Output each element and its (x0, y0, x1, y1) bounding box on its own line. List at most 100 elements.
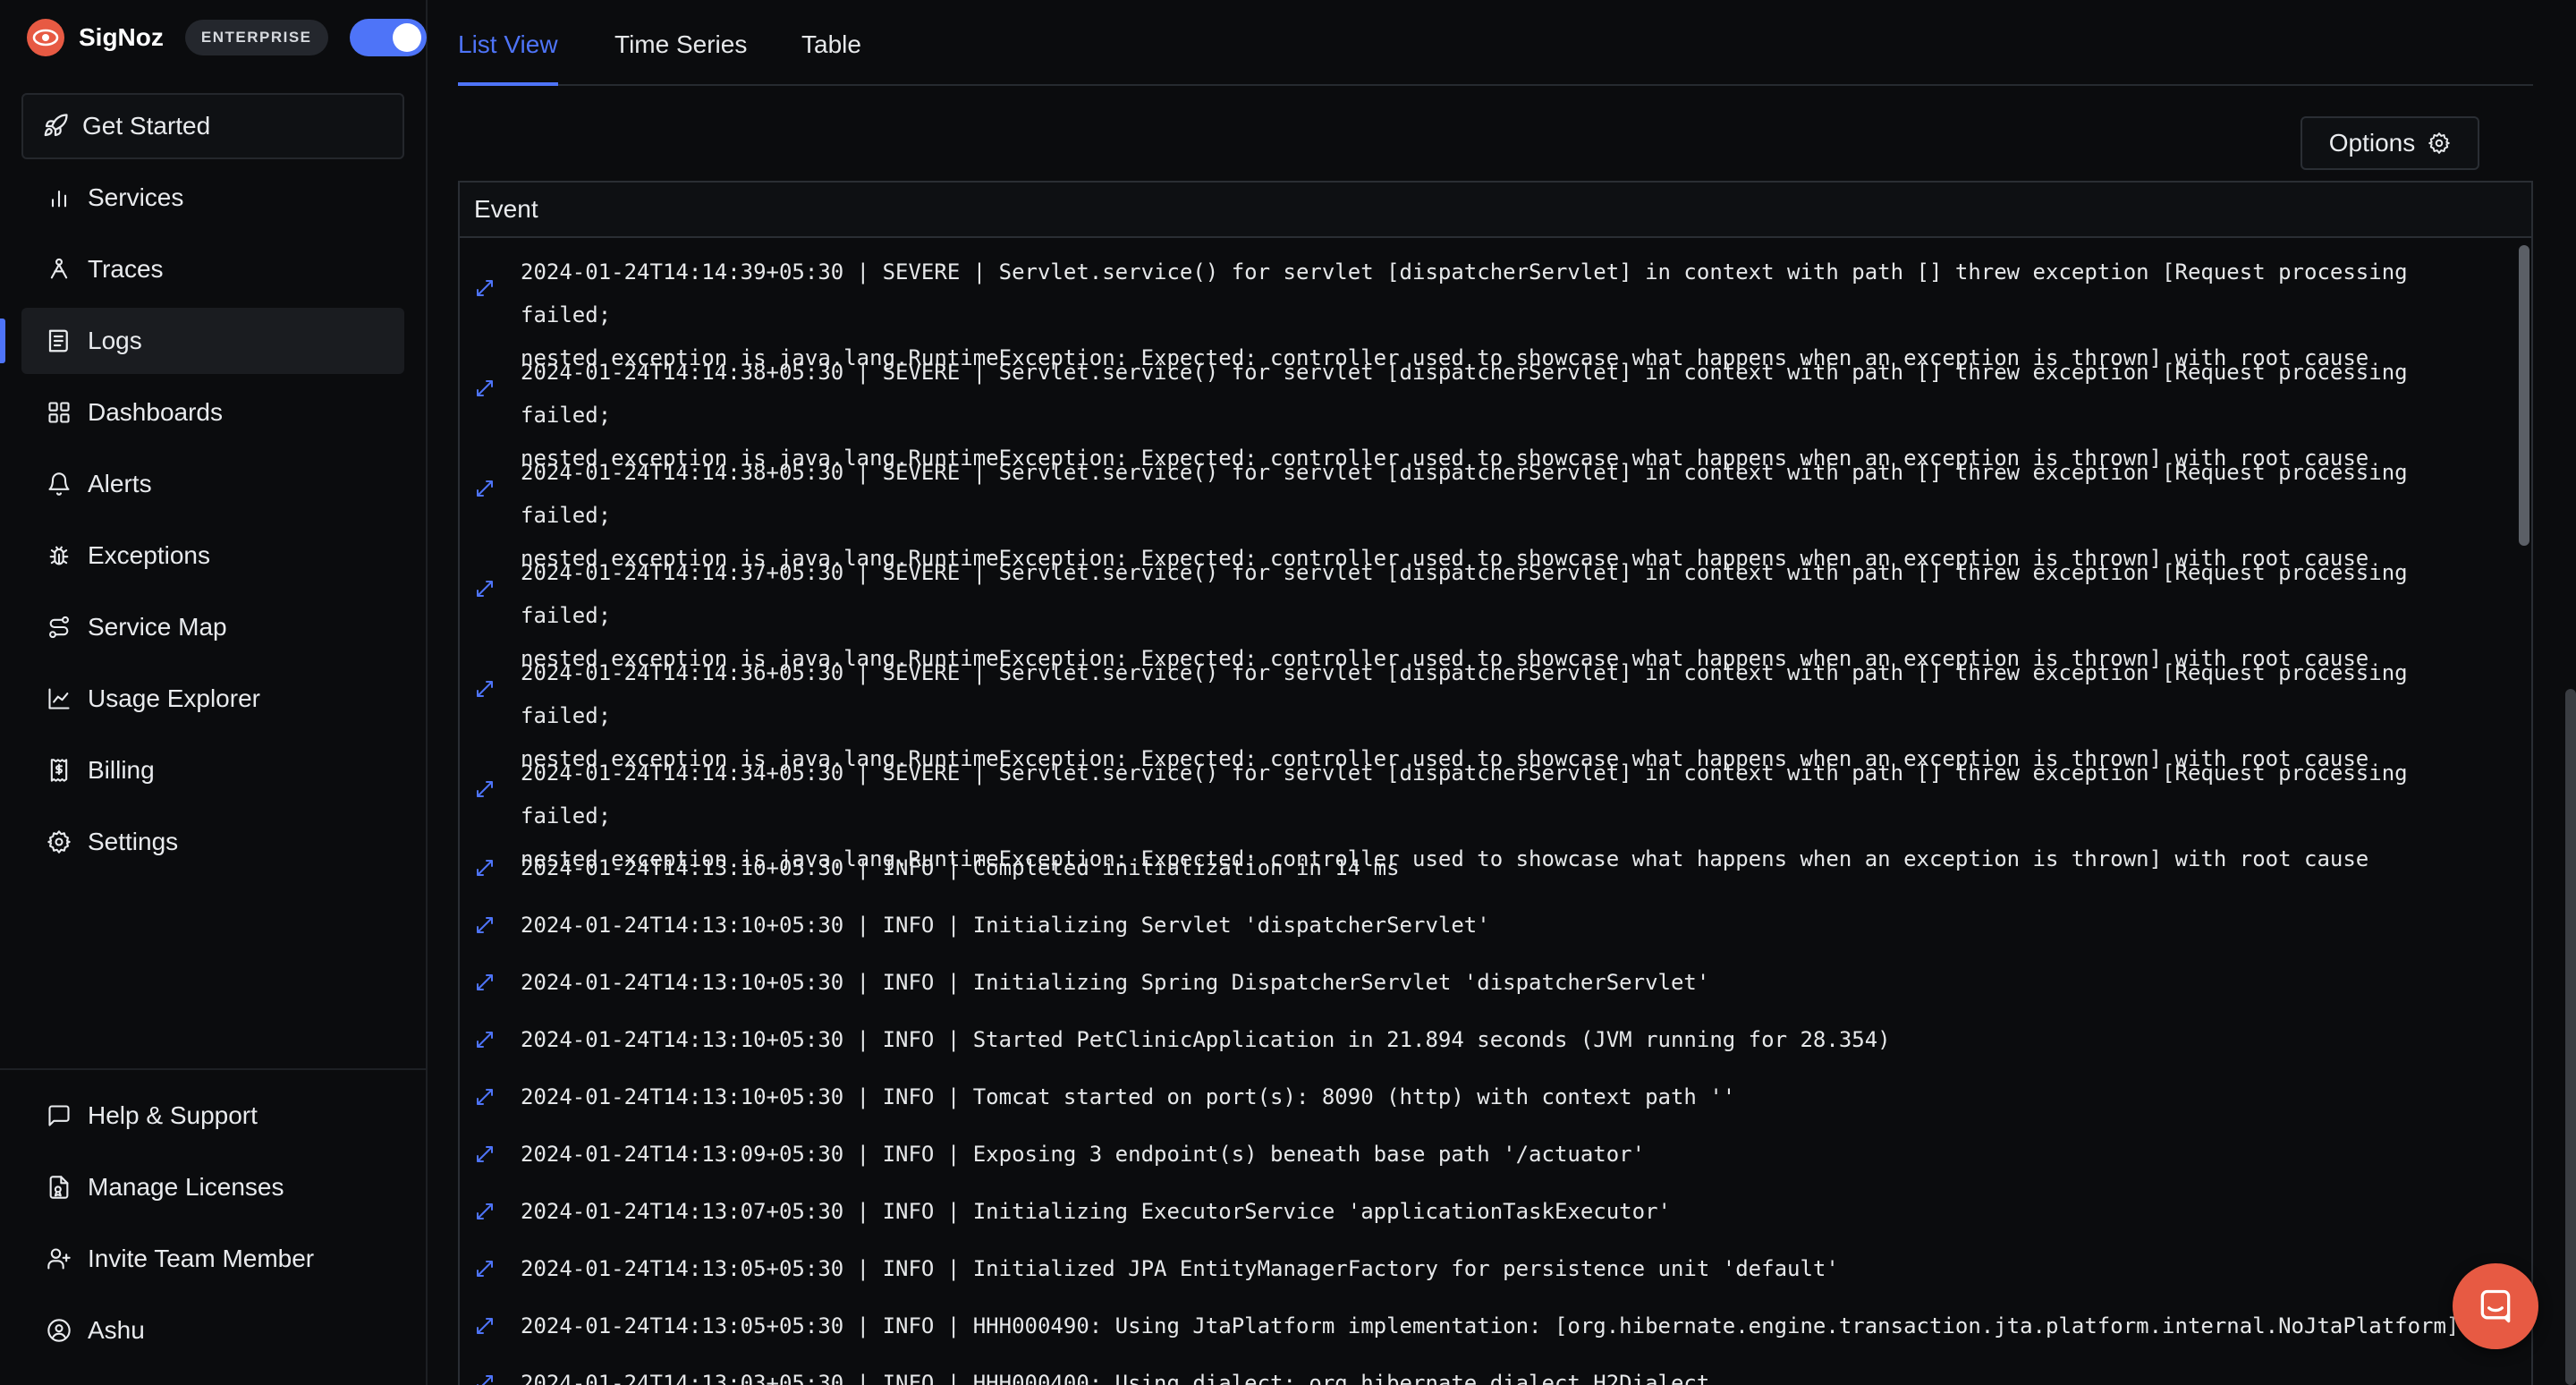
expand-icon[interactable] (474, 914, 496, 936)
sidebar-item-label: Billing (88, 756, 155, 784)
sidebar-item-user-profile[interactable]: Ashu (21, 1297, 404, 1364)
log-row[interactable]: 2024-01-24T14:13:03+05:30 | INFO | HHH00… (460, 1355, 2531, 1385)
sidebar-item-exceptions[interactable]: Exceptions (21, 523, 404, 589)
sidebar-item-alerts[interactable]: Alerts (21, 451, 404, 517)
log-line-1: 2024-01-24T14:13:10+05:30 | INFO | Compl… (521, 855, 1400, 880)
log-row[interactable]: 2024-01-24T14:14:37+05:30 | SEVERE | Ser… (460, 539, 2531, 671)
receipt-icon (45, 756, 73, 785)
expand-icon[interactable] (474, 1143, 496, 1165)
log-line-1: 2024-01-24T14:14:39+05:30 | SEVERE | Ser… (521, 259, 2421, 327)
expand-icon[interactable] (474, 1258, 496, 1279)
log-row[interactable]: 2024-01-24T14:13:05+05:30 | INFO | HHH00… (460, 1297, 2531, 1355)
sidebar-item-label: Help & Support (88, 1101, 258, 1129)
tab-table[interactable]: Table (801, 30, 861, 59)
log-row[interactable]: 2024-01-24T14:13:07+05:30 | INFO | Initi… (460, 1183, 2531, 1240)
expand-icon[interactable] (474, 678, 496, 700)
log-scrollbar-thumb[interactable] (2519, 245, 2529, 546)
edition-badge: ENTERPRISE (184, 20, 328, 55)
rocket-icon (41, 112, 70, 140)
bell-icon (45, 470, 73, 498)
log-row[interactable]: 2024-01-24T14:14:38+05:30 | SEVERE | Ser… (460, 438, 2531, 571)
logs-icon (45, 327, 73, 355)
main-content: List View Time Series Table Options Even… (458, 0, 2533, 1385)
log-row[interactable]: 2024-01-24T14:13:09+05:30 | INFO | Expos… (460, 1126, 2531, 1183)
expand-icon[interactable] (474, 972, 496, 993)
sidebar-item-service-map[interactable]: Service Map (21, 594, 404, 660)
theme-toggle[interactable] (349, 19, 427, 56)
expand-icon[interactable] (474, 578, 496, 599)
expand-icon[interactable] (474, 378, 496, 399)
log-row[interactable]: 2024-01-24T14:14:39+05:30 | SEVERE | Ser… (460, 238, 2531, 370)
expand-icon[interactable] (474, 1086, 496, 1108)
log-row[interactable]: 2024-01-24T14:13:10+05:30 | INFO | Start… (460, 1011, 2531, 1068)
sidebar-item-help-support[interactable]: Help & Support (21, 1083, 404, 1149)
sidebar-item-logs[interactable]: Logs (0, 308, 404, 374)
line-chart-icon (45, 684, 73, 713)
traces-icon (45, 255, 73, 284)
page-scrollbar[interactable] (2565, 689, 2576, 1385)
expand-icon[interactable] (474, 1029, 496, 1050)
log-row[interactable]: 2024-01-24T14:13:05+05:30 | INFO | Initi… (460, 1240, 2531, 1297)
signoz-logo-icon[interactable] (27, 19, 64, 56)
tab-time-series[interactable]: Time Series (614, 30, 747, 59)
message-icon (45, 1101, 73, 1130)
log-row[interactable]: 2024-01-24T14:13:10+05:30 | INFO | Compl… (460, 839, 2531, 896)
log-line-1: 2024-01-24T14:14:38+05:30 | SEVERE | Ser… (521, 360, 2421, 428)
toggle-knob (392, 23, 421, 52)
app-root: SigNoz ENTERPRISE Get Started Services T… (0, 0, 2576, 1385)
expand-icon[interactable] (474, 857, 496, 879)
active-tab-underline (458, 82, 558, 86)
moon-icon (366, 30, 375, 46)
dashboard-icon (45, 398, 73, 427)
chat-support-button[interactable] (2453, 1263, 2538, 1349)
sidebar-item-label: Exceptions (88, 541, 210, 569)
sidebar-item-get-started[interactable]: Get Started (21, 93, 404, 159)
view-tabs: List View Time Series Table (458, 0, 2533, 86)
sidebar-item-label: Dashboards (88, 398, 223, 426)
brand: SigNoz ENTERPRISE (27, 18, 427, 57)
log-line-1: 2024-01-24T14:13:10+05:30 | INFO | Initi… (521, 970, 1710, 995)
brand-name: SigNoz (79, 23, 164, 51)
expand-icon[interactable] (474, 1315, 496, 1337)
sidebar-item-label: Usage Explorer (88, 684, 260, 712)
sidebar-item-dashboards[interactable]: Dashboards (21, 379, 404, 446)
log-row[interactable]: 2024-01-24T14:13:10+05:30 | INFO | Tomca… (460, 1068, 2531, 1126)
log-line-1: 2024-01-24T14:14:36+05:30 | SEVERE | Ser… (521, 660, 2421, 728)
sidebar-item-manage-licenses[interactable]: Manage Licenses (21, 1154, 404, 1220)
log-row[interactable]: 2024-01-24T14:13:10+05:30 | INFO | Initi… (460, 896, 2531, 954)
license-icon (45, 1173, 73, 1202)
log-line-1: 2024-01-24T14:13:07+05:30 | INFO | Initi… (521, 1199, 1671, 1224)
chat-icon (2480, 1289, 2511, 1323)
log-row[interactable]: 2024-01-24T14:14:36+05:30 | SEVERE | Ser… (460, 639, 2531, 771)
expand-icon[interactable] (474, 778, 496, 800)
sidebar-item-settings[interactable]: Settings (21, 809, 404, 875)
route-icon (45, 613, 73, 642)
sidebar-divider (0, 1068, 428, 1070)
sidebar-item-usage-explorer[interactable]: Usage Explorer (21, 666, 404, 732)
log-list: 2024-01-24T14:14:39+05:30 | SEVERE | Ser… (458, 236, 2533, 1385)
sidebar-item-traces[interactable]: Traces (21, 236, 404, 302)
sidebar-item-invite-team-member[interactable]: Invite Team Member (21, 1226, 404, 1292)
user-circle-icon (45, 1316, 73, 1345)
active-indicator (0, 319, 5, 363)
expand-icon[interactable] (474, 1201, 496, 1222)
log-line-1: 2024-01-24T14:13:10+05:30 | INFO | Start… (521, 1027, 1891, 1052)
sidebar-item-label: Get Started (82, 112, 211, 140)
sidebar-item-services[interactable]: Services (21, 165, 404, 231)
event-header-label: Event (474, 195, 538, 223)
expand-icon[interactable] (474, 478, 496, 499)
user-plus-icon (45, 1245, 73, 1273)
expand-icon[interactable] (474, 1372, 496, 1385)
options-button[interactable]: Options (2301, 116, 2479, 170)
sidebar-item-billing[interactable]: Billing (21, 737, 404, 803)
expand-icon[interactable] (474, 277, 496, 299)
options-label: Options (2328, 129, 2416, 157)
log-line-1: 2024-01-24T14:13:10+05:30 | INFO | Initi… (521, 913, 1490, 938)
log-row[interactable]: 2024-01-24T14:14:34+05:30 | SEVERE | Ser… (460, 739, 2531, 871)
log-row[interactable]: 2024-01-24T14:13:10+05:30 | INFO | Initi… (460, 954, 2531, 1011)
sidebar-nav: Get Started Services Traces Logs Dashboa… (0, 93, 404, 880)
tab-list-view[interactable]: List View (458, 30, 558, 59)
sidebar: SigNoz ENTERPRISE Get Started Services T… (0, 0, 428, 1385)
log-line-1: 2024-01-24T14:13:05+05:30 | INFO | Initi… (521, 1256, 1839, 1281)
log-row[interactable]: 2024-01-24T14:14:38+05:30 | SEVERE | Ser… (460, 338, 2531, 471)
